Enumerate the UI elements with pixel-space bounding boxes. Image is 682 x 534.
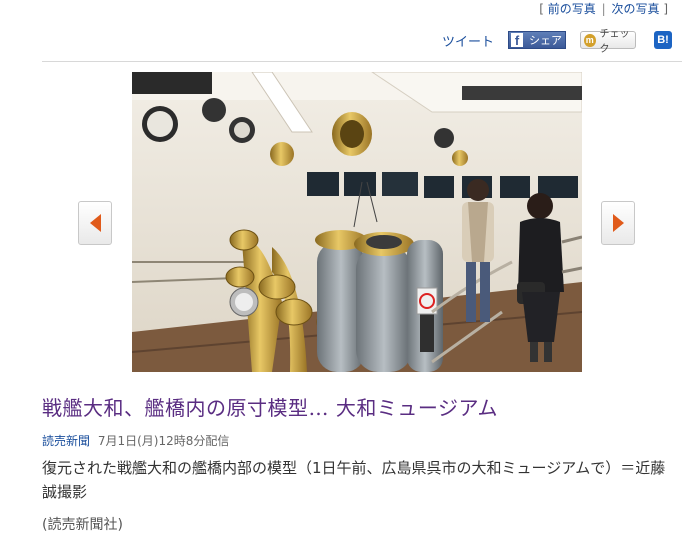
photo-navigation: [ 前の写真 | 次の写真 ] [539,0,668,17]
facebook-icon: f [511,33,523,47]
article-headline[interactable]: 戦艦大和、艦橋内の原寸模型… 大和ミュージアム [42,392,498,421]
nav-close-bracket: ] [663,2,668,16]
tweet-button[interactable]: ツイート [442,31,494,50]
article-meta: 読売新聞 7月1日(月)12時8分配信 [42,432,229,449]
mixi-icon: m [584,33,596,47]
mixi-check-button[interactable]: m チェック [580,29,636,55]
bridge-interior-photo [132,72,582,372]
share-bar: ツイート f シェア m チェック B! [442,28,672,55]
photo-caption: 復元された戦艦大和の艦橋内部の模型（1日午前、広島県呉市の大和ミュージアムで）＝… [42,459,666,501]
nav-open-bracket: [ [539,2,544,16]
next-photo-arrow[interactable] [601,201,635,245]
arrow-left-icon [89,214,101,232]
facebook-share-label: シェア [529,34,562,47]
nav-separator: | [601,2,606,16]
publish-date: 7月1日(月)12時8分配信 [97,434,230,448]
next-photo-link[interactable]: 次の写真 [611,2,659,16]
photo-credit: (読売新聞社) [42,517,123,533]
hatena-bookmark-icon: B! [657,34,669,46]
arrow-right-icon [612,214,624,232]
previous-photo-link[interactable]: 前の写真 [548,2,596,16]
hatena-bookmark-button[interactable]: B! [654,31,672,49]
facebook-share-button[interactable]: f シェア [508,31,566,49]
source-link[interactable]: 読売新聞 [42,434,90,448]
previous-photo-arrow[interactable] [78,201,112,245]
news-photo [132,72,582,372]
header-divider [42,61,682,62]
mixi-check-label: チェック [599,29,630,55]
